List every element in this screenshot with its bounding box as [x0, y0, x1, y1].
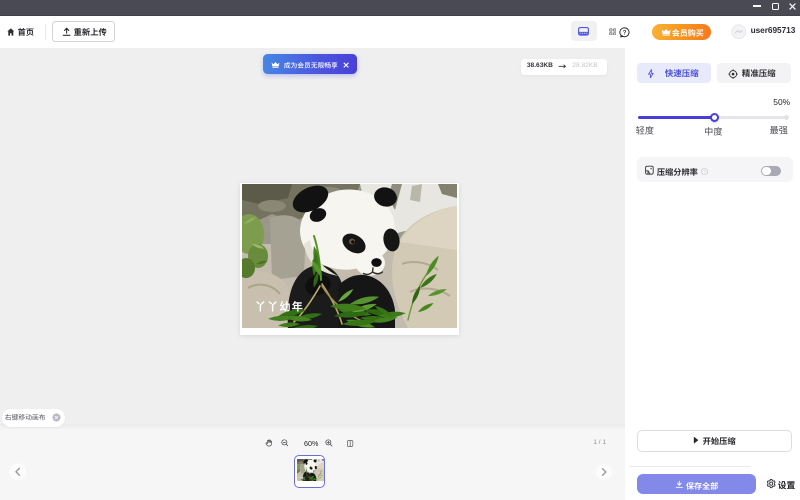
svg-text:?: ? — [623, 29, 627, 36]
svg-text:?: ? — [703, 169, 706, 174]
